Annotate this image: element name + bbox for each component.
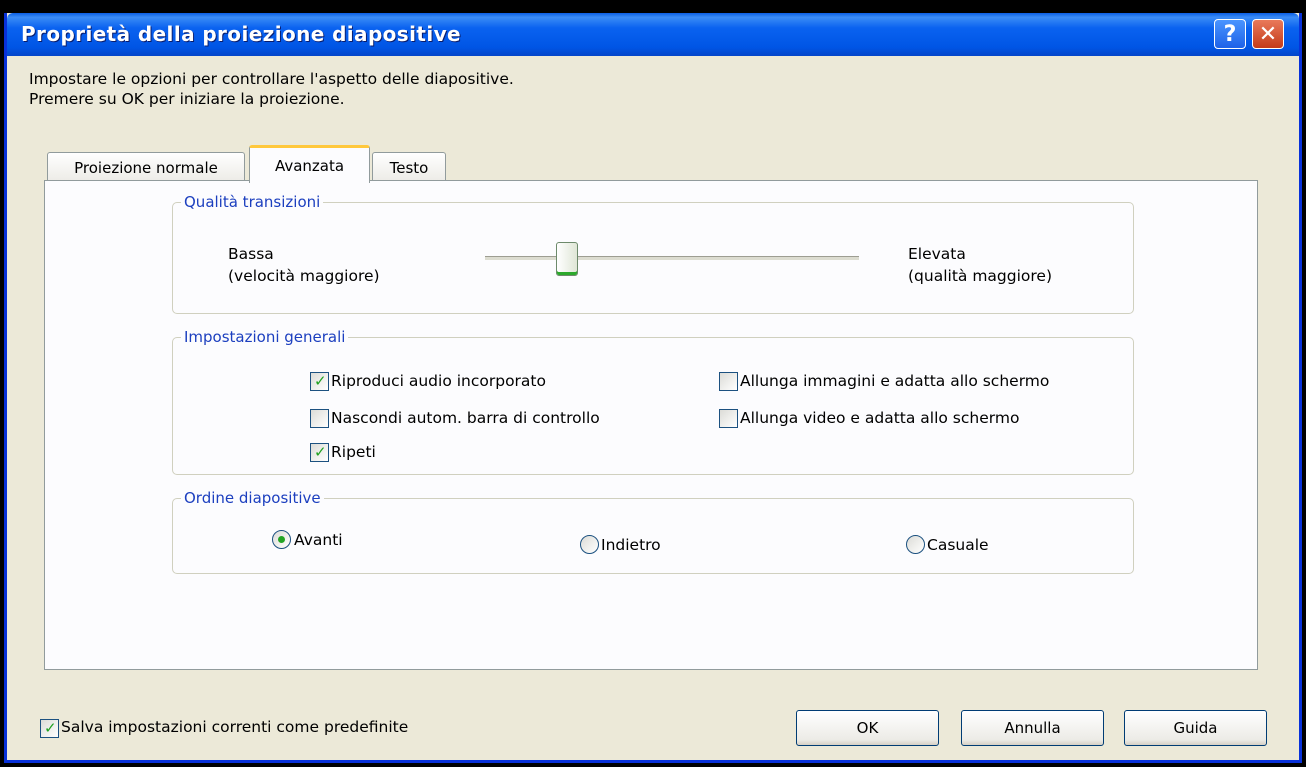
checkbox-allunga-video[interactable] [719, 409, 738, 428]
tab-proiezione-normale[interactable]: Proiezione normale [47, 152, 245, 182]
slide-order-legend: Ordine diapositive [184, 489, 321, 507]
quality-slider-track[interactable] [485, 256, 859, 260]
label-allunga-immagini[interactable]: Allunga immagini e adatta allo schermo [740, 370, 1049, 392]
close-button[interactable]: ✕ [1252, 19, 1284, 49]
window-title: Proprietà della proiezione diapositive [21, 22, 461, 46]
checkbox-nascondi-barra[interactable] [310, 409, 329, 428]
transition-quality-group: Qualità transizioni [172, 193, 1134, 314]
cancel-button[interactable]: Annulla [961, 710, 1104, 746]
label-avanti[interactable]: Avanti [294, 529, 343, 551]
tab-testo[interactable]: Testo [372, 152, 446, 182]
label-casuale[interactable]: Casuale [927, 534, 989, 556]
help-guide-button[interactable]: Guida [1124, 710, 1267, 746]
transition-quality-legend: Qualità transizioni [184, 193, 321, 211]
title-bar[interactable]: Proprietà della proiezione diapositive ?… [7, 13, 1299, 56]
quality-slider-thumb[interactable] [556, 242, 578, 276]
radio-avanti[interactable] [272, 530, 291, 549]
high-quality-label: Elevata [908, 245, 966, 263]
checkmark-icon: ✓ [314, 372, 327, 390]
radio-selected-dot [278, 536, 285, 543]
checkmark-icon: ✓ [44, 719, 57, 737]
checkmark-icon: ✓ [314, 443, 327, 461]
checkbox-ripeti[interactable]: ✓ [310, 443, 329, 462]
intro-line-2: Premere su OK per iniziare la proiezione… [29, 90, 345, 108]
high-quality-sublabel: (qualità maggiore) [908, 267, 1053, 285]
checkbox-allunga-immagini[interactable] [719, 372, 738, 391]
label-salva-predefinite[interactable]: Salva impostazioni correnti come predefi… [61, 716, 408, 738]
radio-indietro[interactable] [580, 535, 599, 554]
low-quality-label: Bassa [228, 245, 274, 263]
question-mark-icon: ? [1223, 21, 1237, 47]
ok-button[interactable]: OK [796, 710, 939, 746]
checkbox-salva-predefinite[interactable]: ✓ [40, 719, 59, 738]
checkbox-riproduci-audio[interactable]: ✓ [310, 372, 329, 391]
label-ripeti[interactable]: Ripeti [331, 441, 376, 463]
intro-text: Impostare le opzioni per controllare l'a… [29, 69, 514, 109]
tab-avanzata[interactable]: Avanzata [249, 145, 370, 183]
label-nascondi-barra[interactable]: Nascondi autom. barra di controllo [331, 407, 600, 429]
label-indietro[interactable]: Indietro [601, 534, 661, 556]
help-button[interactable]: ? [1214, 19, 1246, 49]
label-allunga-video[interactable]: Allunga video e adatta allo schermo [740, 407, 1019, 429]
label-riproduci-audio[interactable]: Riproduci audio incorporato [331, 370, 546, 392]
radio-casuale[interactable] [906, 535, 925, 554]
general-settings-legend: Impostazioni generali [184, 328, 346, 346]
low-quality-sublabel: (velocità maggiore) [228, 267, 380, 285]
intro-line-1: Impostare le opzioni per controllare l'a… [29, 70, 514, 88]
close-x-icon: ✕ [1258, 21, 1278, 47]
